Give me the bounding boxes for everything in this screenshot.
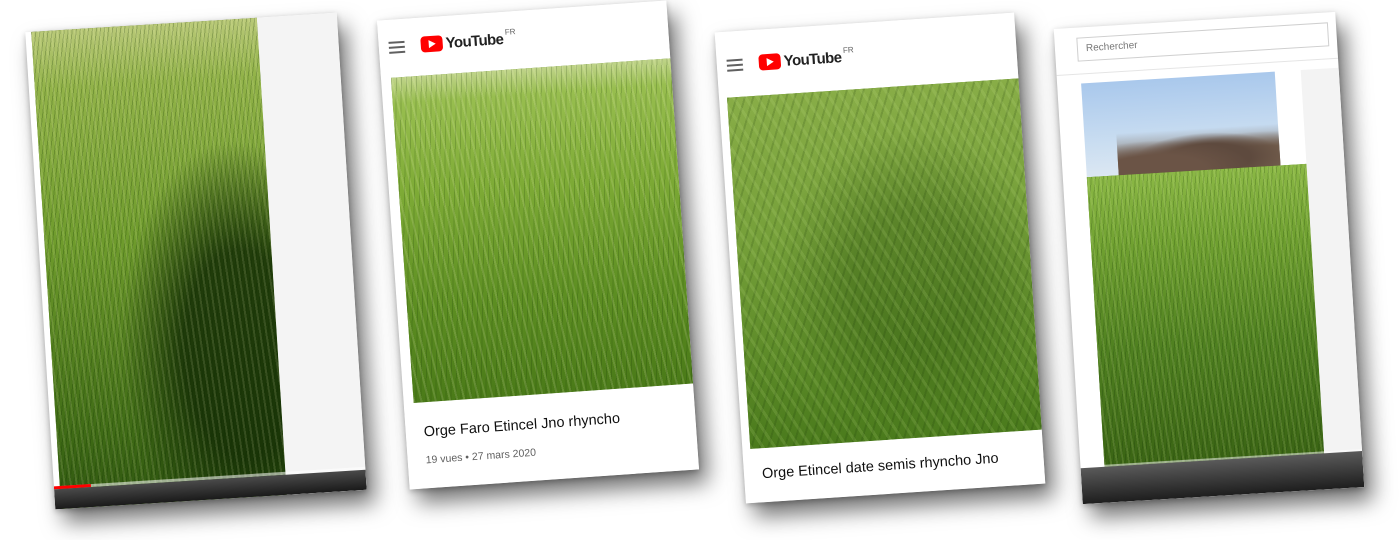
header-divider bbox=[1056, 57, 1339, 76]
hamburger-menu-icon[interactable] bbox=[726, 58, 744, 72]
region-code: FR bbox=[504, 26, 516, 37]
video-frame-grass-field[interactable] bbox=[727, 78, 1042, 450]
youtube-logo[interactable]: YouTube FR bbox=[420, 27, 517, 56]
search-placeholder: Rechercher bbox=[1085, 39, 1138, 55]
video-player-card-1[interactable] bbox=[25, 12, 367, 510]
video-frame-grass-field[interactable] bbox=[390, 58, 694, 404]
video-title[interactable]: Orge Faro Etincel Jno rhyncho bbox=[423, 411, 620, 441]
youtube-wordmark: YouTube bbox=[445, 30, 504, 52]
video-title[interactable]: Orge Etincel date semis rhyncho Jno bbox=[762, 451, 999, 483]
youtube-page-card-2: YouTube FR Orge Faro Etincel Jno rhyncho… bbox=[376, 0, 700, 490]
youtube-play-icon bbox=[758, 53, 782, 71]
youtube-page-card-3: YouTube FR Orge Etincel date semis rhync… bbox=[714, 12, 1046, 504]
video-player-card-4: Rechercher bbox=[1053, 11, 1365, 505]
screenshot-collage: YouTube FR Orge Faro Etincel Jno rhyncho… bbox=[0, 0, 1399, 540]
hamburger-menu-icon[interactable] bbox=[388, 40, 406, 54]
youtube-play-icon bbox=[420, 35, 444, 53]
youtube-wordmark: YouTube bbox=[783, 48, 842, 70]
region-code: FR bbox=[842, 44, 854, 55]
youtube-logo[interactable]: YouTube FR bbox=[758, 45, 855, 73]
search-input[interactable]: Rechercher bbox=[1076, 22, 1330, 62]
video-frame-grass-field[interactable] bbox=[31, 17, 287, 509]
video-frame-grass-field[interactable] bbox=[1086, 163, 1325, 467]
video-meta: 19 vues • 27 mars 2020 bbox=[425, 446, 537, 467]
